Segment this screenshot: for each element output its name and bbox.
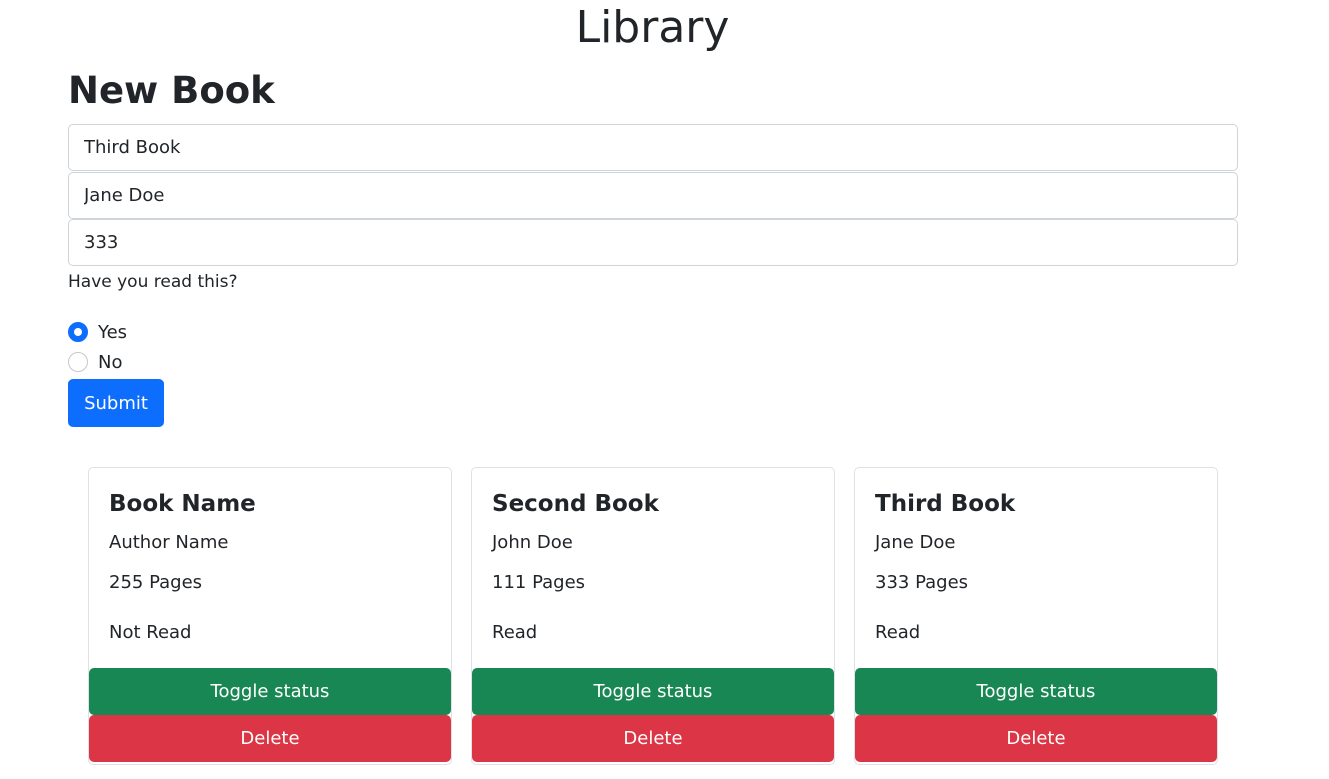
book-card-author: Jane Doe — [875, 532, 956, 553]
toggle-status-button[interactable]: Toggle status — [472, 668, 834, 715]
submit-button[interactable]: Submit — [68, 379, 164, 427]
delete-button[interactable]: Delete — [89, 715, 451, 762]
book-card-status: Read — [492, 622, 538, 643]
delete-button[interactable]: Delete — [472, 715, 834, 762]
radio-yes-label: Yes — [98, 321, 128, 343]
form-heading: New Book — [68, 69, 275, 112]
radio-option-yes[interactable]: Yes — [68, 320, 127, 344]
page-title: Library — [575, 2, 730, 53]
radio-no-button[interactable] — [68, 352, 88, 372]
radio-yes-button[interactable] — [68, 322, 88, 342]
book-card: Second Book John Doe 111 Pages Read Togg… — [471, 467, 835, 765]
book-author-input[interactable] — [68, 172, 1238, 219]
book-card: Third Book Jane Doe 333 Pages Read Toggl… — [854, 467, 1218, 765]
toggle-status-button[interactable]: Toggle status — [89, 668, 451, 715]
book-card-status: Read — [875, 622, 921, 643]
toggle-status-button[interactable]: Toggle status — [855, 668, 1217, 715]
book-card-title: Third Book — [875, 491, 1016, 517]
book-card-status: Not Read — [109, 622, 192, 643]
book-card-pages: 333 Pages — [875, 572, 969, 593]
read-question-label: Have you read this? — [68, 272, 238, 292]
book-card-pages: 111 Pages — [492, 572, 586, 593]
book-title-input[interactable] — [68, 124, 1238, 171]
book-pages-input[interactable] — [68, 219, 1238, 266]
book-card: Book Name Author Name 255 Pages Not Read… — [88, 467, 452, 765]
book-card-author: Author Name — [109, 532, 229, 553]
book-card-pages: 255 Pages — [109, 572, 203, 593]
radio-option-no[interactable]: No — [68, 350, 122, 374]
delete-button[interactable]: Delete — [855, 715, 1217, 762]
book-card-author: John Doe — [492, 532, 573, 553]
radio-no-label: No — [98, 351, 123, 373]
book-card-title: Book Name — [109, 491, 256, 517]
book-card-title: Second Book — [492, 491, 659, 517]
